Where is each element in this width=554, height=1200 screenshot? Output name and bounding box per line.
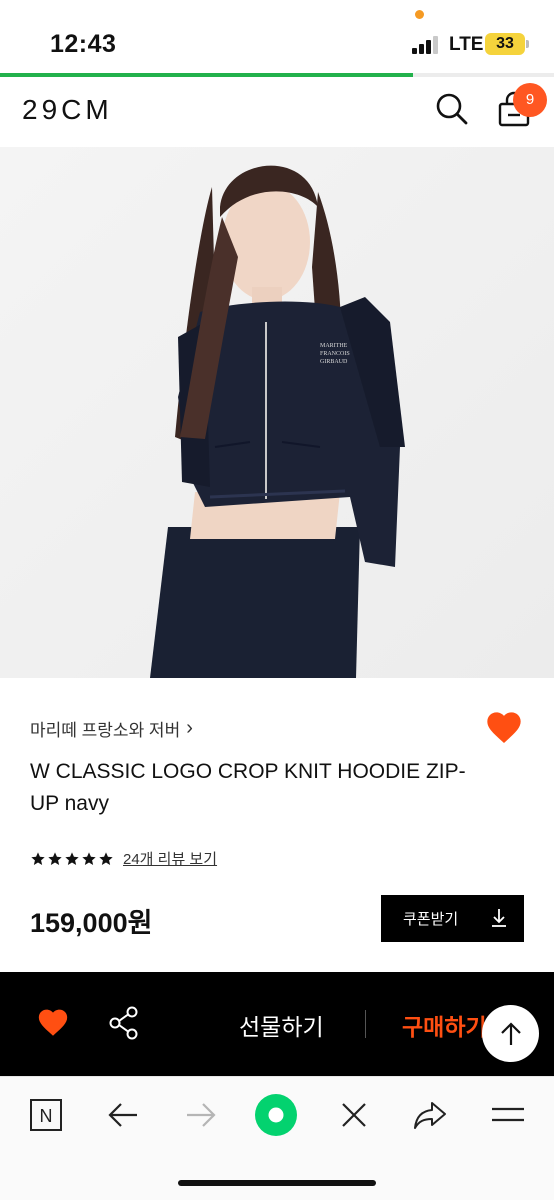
product-title: W CLASSIC LOGO CROP KNIT HOODIE ZIP-UP n…: [30, 760, 466, 815]
status-time: 12:43: [50, 30, 117, 58]
share-icon: [109, 1006, 138, 1040]
divider: [365, 1010, 366, 1038]
product-price: 159,000원: [30, 908, 153, 938]
status-bar: 12:43 LTE 33: [0, 0, 554, 76]
naver-home-button[interactable]: N: [28, 1097, 64, 1133]
search-button[interactable]: [434, 91, 470, 127]
brand-name: 마리떼 프랑소와 저버: [30, 721, 181, 740]
star-icon: [31, 851, 45, 865]
coupon-button[interactable]: 쿠폰받기: [381, 895, 524, 942]
download-icon: [492, 909, 506, 927]
star-icon: [82, 851, 96, 865]
forward-button[interactable]: [183, 1097, 219, 1133]
svg-text:GIRBAUD: GIRBAUD: [320, 359, 348, 365]
heart-icon: [38, 1009, 68, 1036]
product-photo: MARITHE FRANCOIS GIRBAUD: [0, 147, 554, 678]
scroll-to-top-button[interactable]: [482, 1005, 539, 1062]
close-tab-button[interactable]: [336, 1097, 372, 1133]
brand-link[interactable]: 마리떼 프랑소와 저버 ›: [30, 716, 193, 741]
forward-arrow-icon: [187, 1103, 216, 1127]
close-icon: [342, 1103, 366, 1127]
site-header: 29CM: [0, 77, 554, 147]
share-button[interactable]: [108, 1006, 140, 1040]
rating-row: 24개 리뷰 보기: [30, 848, 217, 869]
share-page-button[interactable]: [412, 1097, 448, 1133]
site-logo[interactable]: 29CM: [22, 94, 113, 126]
share-arrow-icon: [414, 1102, 446, 1129]
star-icon: [48, 851, 62, 865]
svg-text:MARITHE: MARITHE: [320, 343, 348, 349]
network-label: LTE: [449, 34, 484, 55]
svg-text:FRANCOIS: FRANCOIS: [320, 351, 350, 357]
svg-text:N: N: [40, 1106, 53, 1126]
battery-cap: [526, 40, 529, 48]
gift-button[interactable]: 선물하기: [239, 1008, 324, 1042]
back-button[interactable]: [105, 1097, 141, 1133]
cart-count-badge: 9: [513, 83, 547, 117]
battery-icon: 33: [485, 33, 525, 55]
coupon-label: 쿠폰받기: [403, 911, 459, 928]
arrow-up-icon: [500, 1021, 521, 1045]
home-indicator: [178, 1180, 376, 1186]
star-icon: [99, 851, 113, 865]
menu-button[interactable]: [490, 1097, 526, 1133]
wishlist-button[interactable]: [484, 708, 524, 748]
green-dot-button[interactable]: [254, 1093, 298, 1137]
back-arrow-icon: [108, 1103, 137, 1127]
product-image[interactable]: MARITHE FRANCOIS GIRBAUD: [0, 147, 554, 678]
heart-icon: [487, 712, 521, 743]
signal-icon: [412, 36, 440, 54]
menu-icon: [492, 1107, 524, 1122]
buy-button[interactable]: 구매하기: [402, 1008, 492, 1042]
naver-n-icon: N: [30, 1099, 62, 1131]
star-icon: [65, 851, 79, 865]
chevron-right-icon: ›: [186, 717, 193, 739]
review-link[interactable]: 24개 리뷰 보기: [123, 848, 217, 869]
recording-dot: [415, 10, 424, 19]
search-icon: [436, 93, 468, 125]
purchase-action-bar: 선물하기 구매하기: [0, 972, 554, 1076]
green-home-icon: [255, 1094, 297, 1136]
star-rating: [30, 851, 114, 867]
wishlist-bar-button[interactable]: [36, 1006, 70, 1040]
